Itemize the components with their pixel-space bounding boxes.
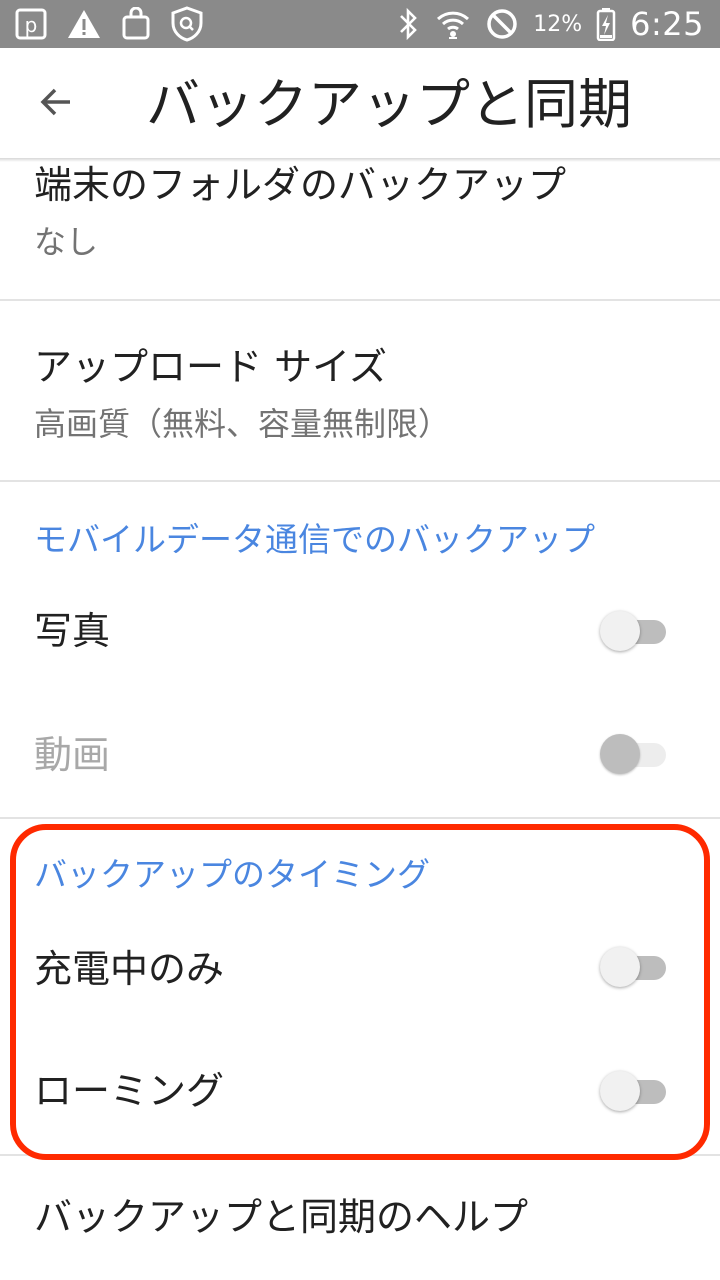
switch-thumb [600,734,640,774]
roaming-label: ローミング [34,1069,225,1113]
status-bar: p 12% 6:25 [0,0,720,48]
switch-thumb [600,1071,640,1111]
wifi-icon [435,7,471,41]
battery-percent: 12% [533,11,583,37]
bluetooth-icon [397,7,421,41]
svg-text:p: p [25,13,38,37]
device-folders-backup-value: なし [34,223,99,261]
videos-toggle[interactable] [600,733,668,774]
upload-size-title: アップロード サイズ [34,345,387,389]
divider [0,480,720,482]
shield-icon [170,6,204,42]
status-time: 6:25 [630,5,704,43]
switch-thumb [600,611,640,651]
switch-thumb [600,947,640,987]
divider [0,1154,720,1156]
page-title: バックアップと同期 [146,73,632,136]
app-bar: バックアップと同期 [0,48,720,160]
warning-icon [66,7,102,41]
photos-toggle[interactable] [600,610,668,651]
charging-only-label: 充電中のみ [34,947,225,991]
divider [0,817,720,819]
status-bar-left: p [14,6,204,42]
p-app-icon: p [14,7,48,41]
photos-label: 写真 [34,609,111,653]
do-not-disturb-icon [485,7,519,41]
arrow-back-icon [36,82,76,126]
roaming-toggle[interactable] [600,1070,668,1111]
upload-size-value: 高画質（無料、容量無制限） [34,405,451,443]
mobile-data-section-header: モバイルデータ通信でのバックアップ [34,520,595,559]
timing-section-header: バックアップのタイミング [34,855,430,894]
battery-charging-icon [596,7,616,41]
device-folders-backup-title: 端末のフォルダのバックアップ [34,163,567,207]
videos-label: 動画 [34,733,111,777]
charging-only-toggle[interactable] [600,946,668,987]
divider [0,299,720,301]
back-button[interactable] [26,76,86,132]
backup-sync-help-label: バックアップと同期のヘルプ [34,1195,529,1239]
shopping-bag-icon [120,7,152,41]
status-bar-right: 12% 6:25 [397,4,704,44]
